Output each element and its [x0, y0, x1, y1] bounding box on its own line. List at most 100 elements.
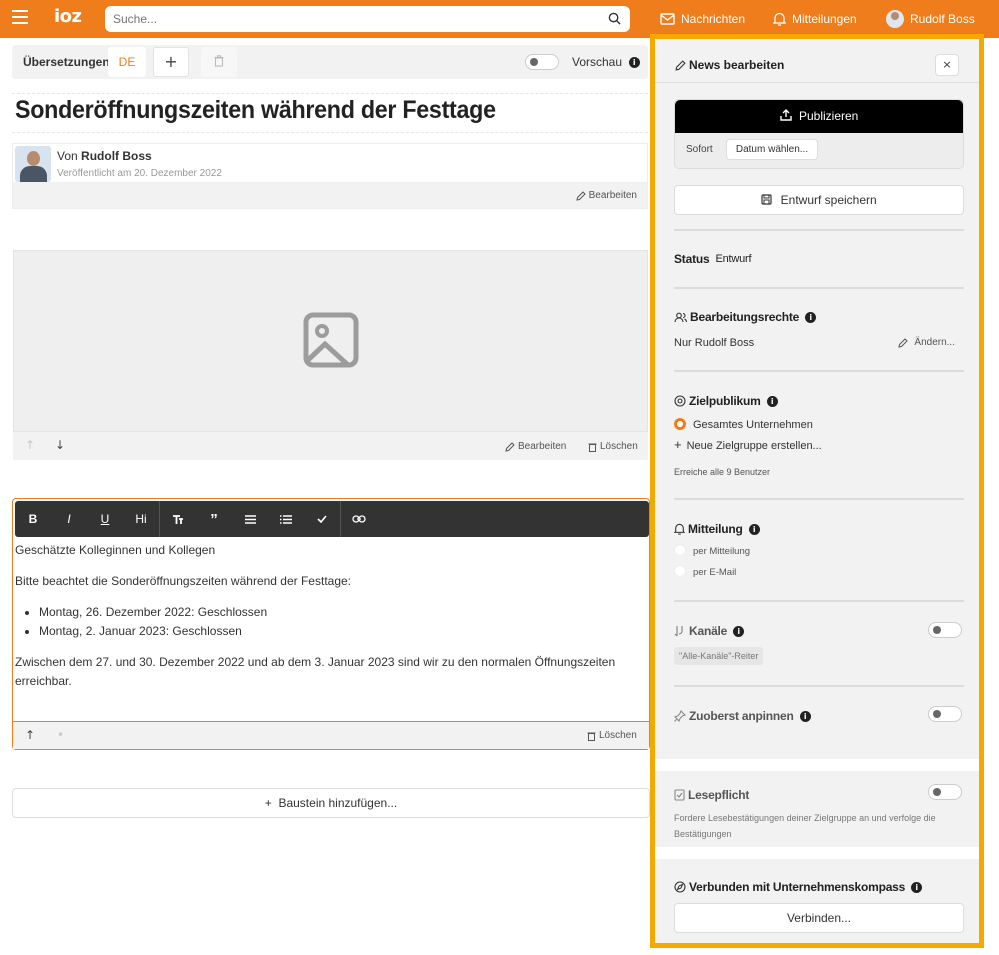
info-icon[interactable]: i: [799, 710, 811, 722]
paragraph: Geschätzte Kolleginnen und Kollegen: [15, 543, 216, 557]
channels-icon: [674, 626, 683, 637]
text-delete-button[interactable]: Löschen: [587, 730, 637, 741]
add-block-button[interactable]: + Baustein hinzufügen...: [12, 788, 650, 818]
audience-heading: Zielpublikum i: [674, 394, 778, 408]
trash-icon: [587, 732, 596, 741]
close-button[interactable]: ×: [935, 54, 959, 76]
preview-label: Vorschau i: [572, 55, 640, 69]
info-icon[interactable]: i: [911, 881, 923, 893]
user-avatar: [886, 10, 904, 28]
author-block: Von Rudolf Boss Veröffentlicht am 20. De…: [12, 143, 648, 209]
read-confirm-icon: [674, 789, 685, 801]
status-value: Entwurf: [715, 253, 752, 265]
rights-change-button[interactable]: Ändern...: [898, 337, 955, 348]
radio[interactable]: [674, 565, 686, 577]
author-line: Von Rudolf Boss: [57, 149, 152, 163]
tab-language-de[interactable]: DE: [108, 47, 146, 77]
news-edit-panel: News bearbeiten × Publizieren Sofort Dat…: [650, 34, 984, 948]
bell-icon: [674, 523, 685, 535]
menu-icon[interactable]: [12, 10, 28, 26]
info-icon[interactable]: i: [733, 625, 745, 637]
move-up-icon[interactable]: ↑: [25, 728, 35, 742]
list-item: Montag, 2. Januar 2023: Geschlossen: [39, 622, 645, 641]
move-down-icon[interactable]: •: [57, 728, 64, 742]
user-menu[interactable]: Rudolf Boss: [886, 0, 975, 38]
notify-option[interactable]: per Mitteilung: [674, 544, 750, 560]
published-date: Veröffentlicht am 20. Dezember 2022: [57, 168, 222, 179]
connect-button[interactable]: Verbinden...: [674, 903, 964, 933]
info-icon[interactable]: i: [628, 57, 640, 68]
pin-toggle[interactable]: [928, 706, 962, 722]
publish-label: Publizieren: [798, 109, 859, 123]
read-toggle[interactable]: [928, 784, 962, 800]
compass-heading: Verbunden mit Unternehmenskompass i: [674, 880, 923, 894]
title-field[interactable]: Sonderöffnungszeiten während der Festtag…: [12, 93, 648, 133]
underline-button[interactable]: U: [87, 501, 123, 537]
delete-label: Löschen: [600, 441, 638, 452]
date-select-button[interactable]: Datum wählen...: [726, 139, 818, 160]
section-gap: [655, 847, 979, 859]
notify-option-label: per Mitteilung: [693, 546, 751, 557]
search-icon[interactable]: [608, 12, 621, 25]
list-icon: [244, 514, 256, 524]
move-up-icon[interactable]: ↑: [25, 438, 35, 452]
preview-toggle[interactable]: [525, 54, 559, 70]
channels-toggle[interactable]: [928, 622, 962, 638]
pencil-icon: [898, 337, 909, 348]
save-icon: [761, 194, 772, 205]
quote-button[interactable]: ”: [196, 501, 232, 537]
info-icon[interactable]: i: [805, 311, 817, 323]
image-placeholder[interactable]: [13, 250, 648, 432]
radio[interactable]: [674, 544, 686, 556]
nachrichten-label: Nachrichten: [681, 12, 746, 26]
info-icon[interactable]: i: [748, 523, 760, 535]
rights-label: Bearbeitungsrechte: [690, 310, 800, 324]
audience-option[interactable]: Gesamtes Unternehmen: [674, 418, 813, 431]
publish-button[interactable]: Publizieren: [675, 100, 963, 133]
info-icon[interactable]: i: [766, 395, 778, 407]
trash-icon: [588, 443, 597, 452]
search-input[interactable]: [105, 6, 585, 32]
delete-translation-button[interactable]: [201, 47, 237, 77]
notify-option[interactable]: per E-Mail: [674, 565, 736, 581]
author-edit-button[interactable]: Bearbeiten: [575, 190, 637, 201]
highlight-button[interactable]: Hi: [123, 501, 159, 537]
font-size-button[interactable]: [160, 501, 196, 537]
change-label: Ändern...: [914, 337, 955, 348]
notify-label: Mitteilung: [688, 522, 743, 536]
image-edit-button[interactable]: Bearbeiten: [505, 441, 566, 452]
link-button[interactable]: [341, 501, 377, 537]
channels-chip: "Alle-Kanäle"-Reiter: [674, 647, 764, 665]
rights-value: Nur Rudolf Boss: [674, 337, 755, 349]
numbered-list-button[interactable]: [268, 501, 304, 537]
new-audience-button[interactable]: + Neue Zielgruppe erstellen...: [674, 437, 822, 452]
add-translation-button[interactable]: +: [153, 47, 189, 77]
italic-button[interactable]: I: [51, 501, 87, 537]
move-down-icon[interactable]: ↓: [55, 438, 65, 452]
logo[interactable]: ioz: [54, 6, 82, 29]
nachrichten-link[interactable]: Nachrichten: [660, 0, 745, 38]
image-delete-button[interactable]: Löschen: [588, 441, 638, 452]
divider: [674, 685, 964, 687]
compass-icon: [674, 881, 686, 893]
notify-option-label: per E-Mail: [693, 567, 737, 578]
checklist-button[interactable]: [304, 501, 340, 537]
bell-icon: [773, 12, 786, 26]
bold-button[interactable]: B: [15, 501, 51, 537]
save-draft-button[interactable]: Entwurf speichern: [674, 185, 964, 215]
audience-label: Zielpublikum: [689, 394, 761, 408]
divider: [674, 287, 964, 289]
text-editor[interactable]: Geschätzte Kolleginnen und Kollegen Bitt…: [15, 541, 645, 703]
audience-reach: Erreiche alle 9 Benutzer: [674, 467, 771, 477]
publish-now-label[interactable]: Sofort: [686, 144, 713, 155]
pencil-icon: [575, 190, 586, 201]
audience-option-label: Gesamtes Unternehmen: [693, 419, 813, 431]
image-block-footer: ↑ ↓ Bearbeiten Löschen: [13, 432, 648, 460]
upload-icon: [779, 109, 792, 121]
bullet-list-button[interactable]: [232, 501, 268, 537]
mitteilungen-link[interactable]: Mitteilungen: [773, 0, 857, 38]
users-icon: [674, 312, 687, 322]
author-footer: Bearbeiten: [13, 182, 647, 208]
radio-selected[interactable]: [674, 418, 686, 430]
add-block-label: Baustein hinzufügen...: [278, 796, 398, 810]
